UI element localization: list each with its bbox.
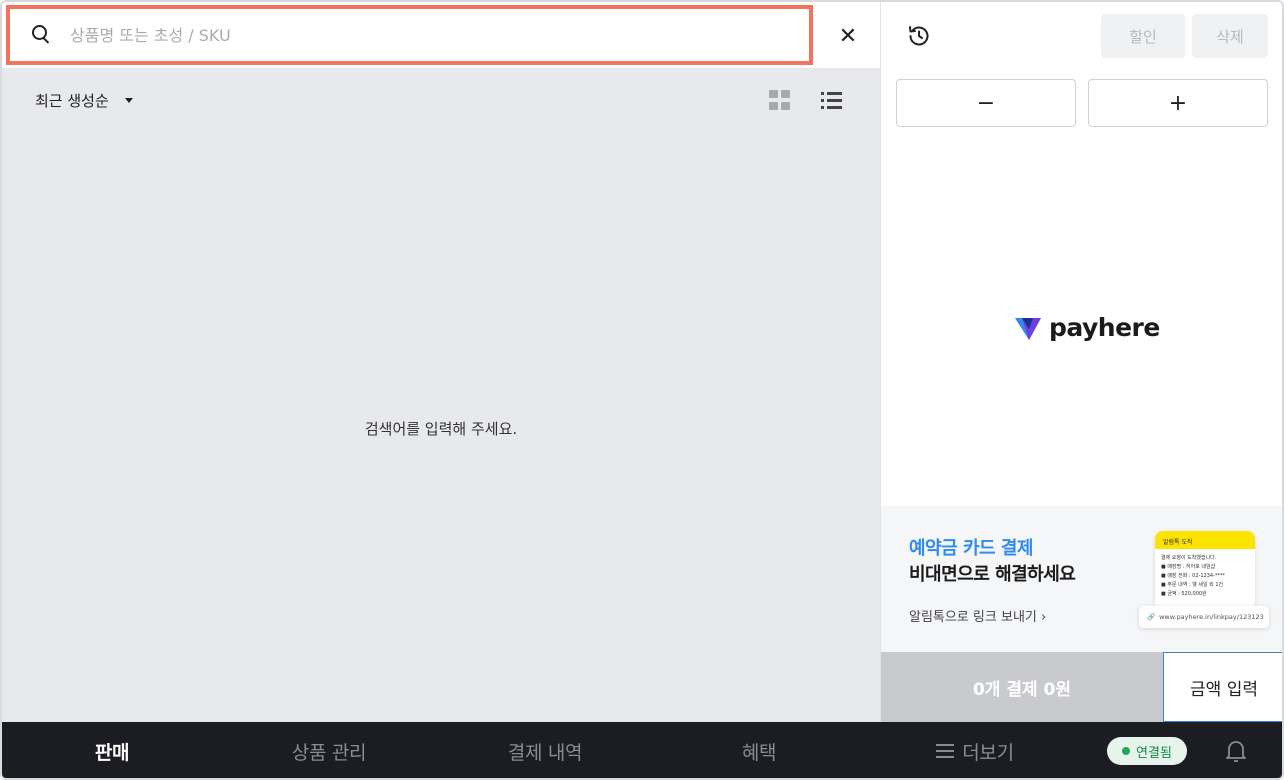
pos-window: ✕ 최근 생성순 검색어를 입력해 주세요. bbox=[0, 0, 1284, 780]
amount-input-button[interactable]: 금액 입력 bbox=[1163, 652, 1282, 722]
banner-subtitle: 비대면으로 해결하세요 bbox=[909, 564, 1076, 585]
status-dot-icon bbox=[1122, 747, 1131, 755]
promo-banner[interactable]: 예약금 카드 결제 비대면으로 해결하세요 알림톡으로 링크 보내기 › 알림톡… bbox=[881, 506, 1282, 652]
kakao-message-preview: 알림톡 도착 결제 요청이 도착했습니다. ■ 매장명 : 허어로 네임샵 ■ … bbox=[1155, 531, 1255, 611]
search-bar: ✕ bbox=[2, 2, 880, 68]
message-line: ■ 주문 내역 : 웰 세일 외 1건 bbox=[1161, 582, 1224, 588]
close-icon[interactable]: ✕ bbox=[834, 22, 862, 50]
search-box[interactable] bbox=[6, 5, 813, 65]
caret-down-icon bbox=[124, 98, 133, 103]
sort-dropdown[interactable]: 최근 생성순 bbox=[35, 90, 133, 111]
connection-status-label: 연결됨 bbox=[1136, 745, 1172, 761]
link-url-pill: 🔗 www.payhere.in/linkpay/123123 bbox=[1139, 606, 1269, 628]
delete-button[interactable]: 삭제 bbox=[1192, 14, 1268, 58]
nav-item-more-label: 더보기 bbox=[962, 741, 1014, 764]
quantity-increase-button[interactable]: + bbox=[1088, 79, 1268, 127]
message-header: 알림톡 도착 bbox=[1155, 531, 1255, 549]
history-icon[interactable] bbox=[907, 24, 933, 50]
sort-selected-label: 최근 생성순 bbox=[35, 92, 109, 110]
hamburger-icon bbox=[936, 743, 955, 759]
message-body: 결제 요청이 도착했습니다. ■ 매장명 : 허어로 네임샵 ■ 매장 전화 :… bbox=[1155, 549, 1255, 604]
message-line: ■ 매장명 : 허어로 네임샵 bbox=[1161, 564, 1216, 570]
cart-pane: 할인 삭제 − + payhere 예약금 카드 결제 비대면으로 해결하세요 … bbox=[880, 2, 1282, 722]
bottom-navigation: 판매 상품 관리 결제 내역 혜택 더보기 연결됨 bbox=[2, 722, 1282, 778]
nav-item-products[interactable]: 상품 관리 bbox=[264, 722, 394, 778]
banner-title: 예약금 카드 결제 bbox=[909, 538, 1033, 559]
payhere-logo-icon bbox=[1015, 318, 1041, 340]
nav-item-benefits[interactable]: 혜택 bbox=[709, 722, 809, 778]
search-input[interactable] bbox=[70, 25, 770, 45]
grid-view-icon[interactable] bbox=[769, 90, 791, 110]
list-view-icon[interactable] bbox=[821, 90, 843, 109]
product-search-pane: ✕ 최근 생성순 검색어를 입력해 주세요. bbox=[2, 2, 880, 722]
link-icon: 🔗 bbox=[1147, 613, 1156, 621]
connection-status-badge: 연결됨 bbox=[1107, 737, 1187, 765]
nav-item-more[interactable]: 더보기 bbox=[910, 722, 1040, 778]
pay-button[interactable]: 0개 결제 0원 bbox=[881, 652, 1163, 722]
nav-item-payments[interactable]: 결제 내역 bbox=[480, 722, 610, 778]
message-line: ■ 매장 전화 : 02-1234-**** bbox=[1161, 573, 1225, 579]
banner-link[interactable]: 알림톡으로 링크 보내기 › bbox=[909, 606, 1046, 625]
nav-item-sell[interactable]: 판매 bbox=[62, 722, 162, 778]
search-icon bbox=[32, 25, 52, 45]
payhere-logo: payhere bbox=[1013, 312, 1160, 342]
message-line: 결제 요청이 도착했습니다. bbox=[1161, 555, 1217, 561]
link-url-text: www.payhere.in/linkpay/123123 bbox=[1159, 613, 1264, 621]
discount-button[interactable]: 할인 bbox=[1101, 14, 1185, 58]
bell-icon[interactable] bbox=[1224, 738, 1248, 764]
message-line: ■ 금액 : 520,000원 bbox=[1161, 591, 1207, 597]
empty-state-message: 검색어를 입력해 주세요. bbox=[364, 420, 518, 438]
quantity-decrease-button[interactable]: − bbox=[896, 79, 1076, 127]
sort-toolbar: 최근 생성순 bbox=[2, 68, 880, 132]
logo-text: payhere bbox=[1049, 312, 1160, 342]
